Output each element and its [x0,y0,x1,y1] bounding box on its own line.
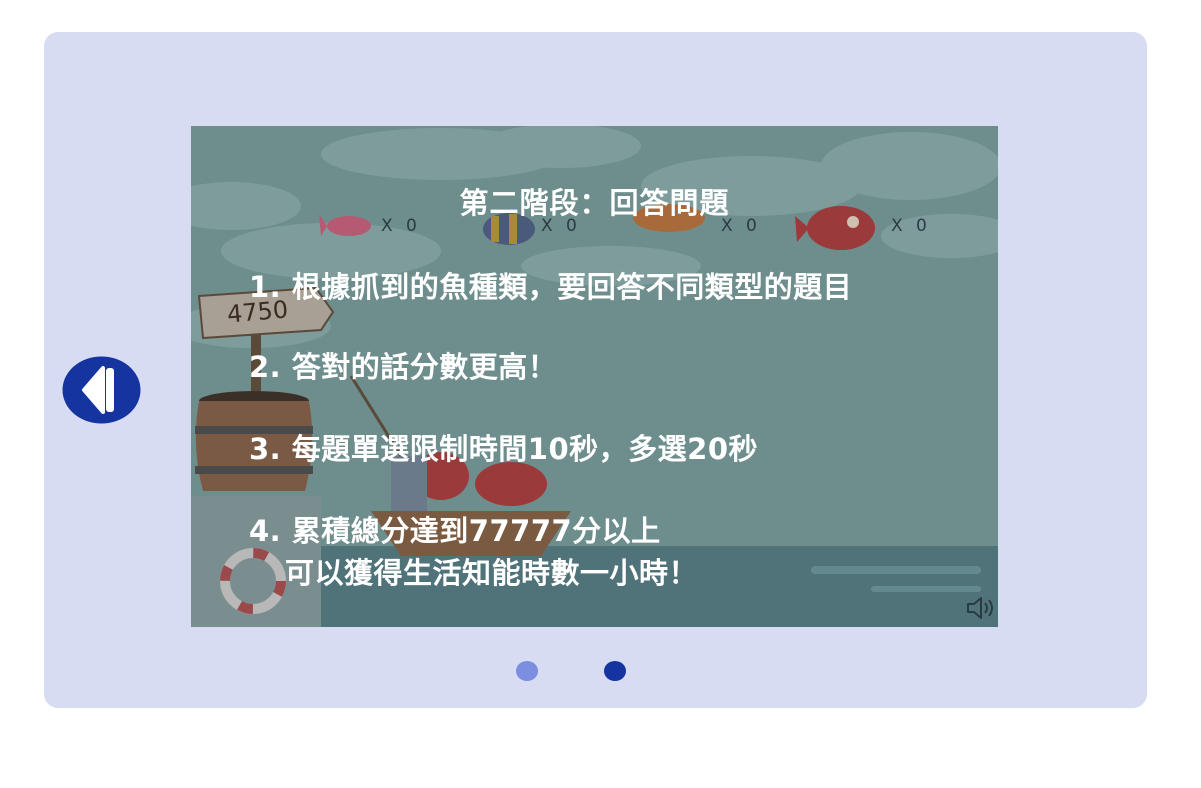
rule-2: 2. 答對的話分數更高！ [249,350,558,384]
rule-3: 3. 每題單選限制時間10秒，多選20秒 [249,432,759,466]
game-slide: X 0 X 0 X 0 X 0 4750 第二階段：回答問題 1. 根據抓到的魚… [191,126,998,627]
rule-1: 1. 根據抓到的魚種類，要回答不同類型的題目 [249,270,853,304]
prev-slide-button[interactable] [62,356,141,424]
rule-4: 4. 累積總分達到77777分以上 [249,514,661,548]
triangle-left-icon [62,356,141,424]
page-dot-2-active[interactable] [604,661,626,681]
page-dot-1[interactable] [516,661,538,681]
pagination-dots [0,661,1201,683]
instructions-overlay: 第二階段：回答問題 1. 根據抓到的魚種類，要回答不同類型的題目 2. 答對的話… [191,126,998,627]
slide-title: 第二階段：回答問題 [459,186,730,220]
speaker-icon[interactable] [966,595,996,625]
rule-4-continuation: 可以獲得生活知能時數一小時！ [285,556,699,590]
